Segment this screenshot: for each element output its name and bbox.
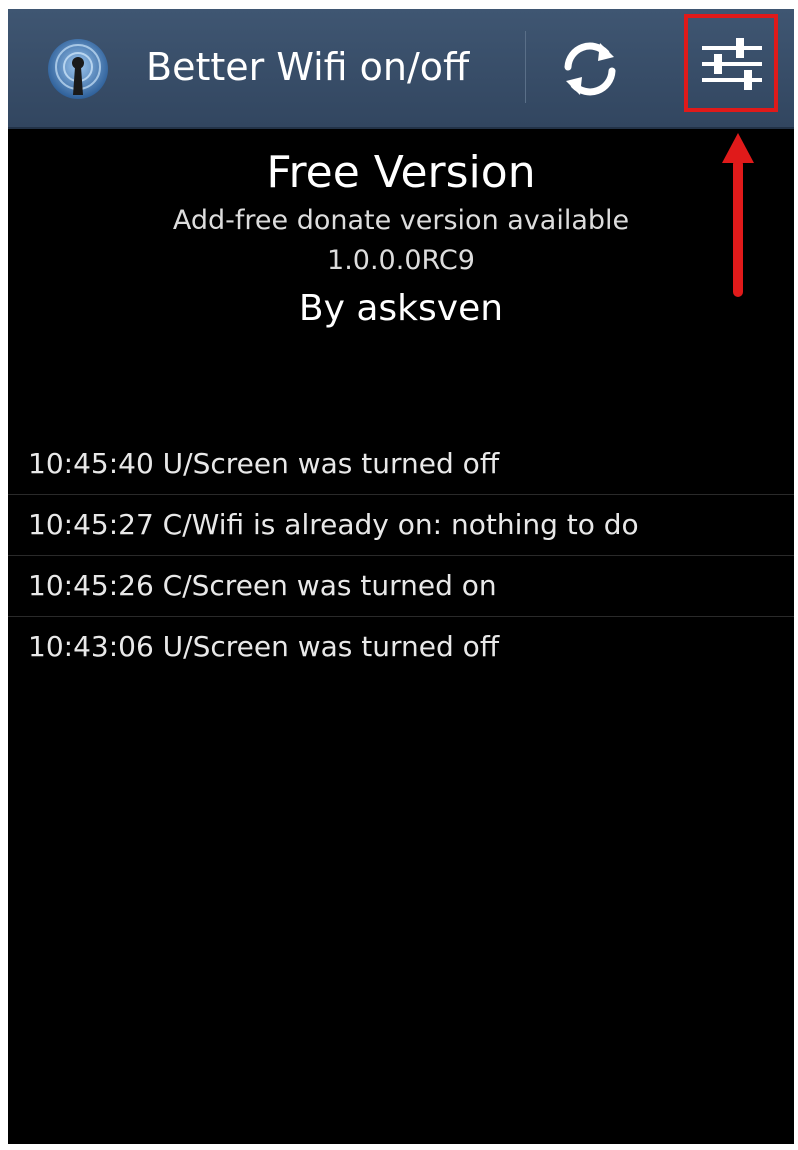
settings-button[interactable] bbox=[684, 14, 778, 112]
log-entry: 10:45:27 C/Wifi is already on: nothing t… bbox=[8, 495, 794, 556]
donate-notice: Add-free donate version available bbox=[172, 205, 630, 236]
action-bar: Better Wifi on/off bbox=[8, 9, 794, 129]
refresh-button[interactable] bbox=[554, 37, 626, 101]
sliders-settings-icon bbox=[702, 38, 762, 90]
refresh-icon bbox=[564, 42, 616, 96]
event-log-list: 10:45:40 U/Screen was turned off 10:45:2… bbox=[8, 434, 794, 677]
version-number: 1.0.0.0RC9 bbox=[327, 245, 475, 276]
author-label: By asksven bbox=[298, 288, 504, 329]
app-screen: Better Wifi on/off Free Version Add-free… bbox=[8, 9, 794, 1144]
app-title: Better Wifi on/off bbox=[146, 45, 470, 89]
wifi-antenna-icon[interactable] bbox=[46, 37, 110, 101]
log-entry: 10:45:26 C/Screen was turned on bbox=[8, 556, 794, 617]
log-entry: 10:43:06 U/Screen was turned off bbox=[28, 630, 500, 663]
version-header: Free Version Add-free donate version ava… bbox=[8, 129, 794, 333]
version-title: Free Version bbox=[266, 147, 536, 198]
log-entry: 10:45:40 U/Screen was turned off bbox=[8, 434, 794, 495]
action-bar-divider bbox=[525, 31, 526, 103]
